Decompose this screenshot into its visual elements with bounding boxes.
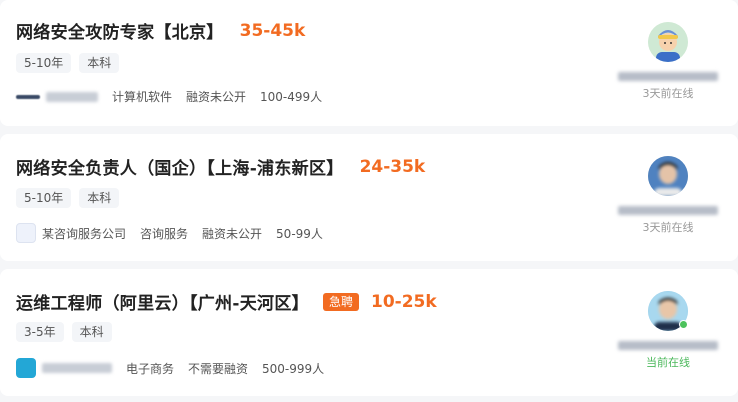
job-title-row: 运维工程师（阿里云）【广州-天河区】 急聘 10-25k bbox=[16, 289, 437, 315]
education-tag: 本科 bbox=[79, 188, 120, 208]
company-industry: 电子商务 bbox=[126, 361, 175, 376]
education-tag: 本科 bbox=[71, 322, 112, 342]
recruiter-name-blurred bbox=[618, 206, 718, 215]
education-tag: 本科 bbox=[79, 53, 120, 73]
cartoon-avatar-icon bbox=[648, 22, 688, 62]
job-card[interactable]: 网络安全负责人（国企）【上海-浦东新区】 24-35k 5-10年 本科 某咨询… bbox=[0, 134, 738, 261]
company-funding: 融资未公开 bbox=[186, 90, 247, 104]
avatar[interactable] bbox=[648, 22, 688, 62]
job-salary: 10-25k bbox=[370, 291, 437, 312]
job-card[interactable]: 运维工程师（阿里云）【广州-天河区】 急聘 10-25k 3-5年 本科 电子商… bbox=[0, 269, 738, 396]
online-indicator-icon bbox=[679, 320, 688, 329]
recruiter-status: 当前在线 bbox=[646, 356, 690, 369]
job-tags: 5-10年 本科 bbox=[16, 188, 120, 208]
company-info[interactable]: 某咨询服务公司 咨询服务 融资未公开 50-99人 bbox=[16, 223, 323, 243]
job-title[interactable]: 网络安全攻防专家【北京】 bbox=[16, 18, 224, 43]
experience-tag: 3-5年 bbox=[16, 322, 64, 342]
company-funding: 不需要融资 bbox=[188, 361, 249, 376]
recruiter-info[interactable]: 3天前在线 bbox=[598, 156, 738, 235]
job-title[interactable]: 网络安全负责人（国企）【上海-浦东新区】 bbox=[16, 154, 344, 179]
job-tags: 5-10年 本科 bbox=[16, 53, 120, 73]
urgent-badge: 急聘 bbox=[322, 292, 359, 311]
company-logo-icon bbox=[16, 94, 40, 99]
recruiter-status: 3天前在线 bbox=[642, 87, 694, 100]
job-salary: 35-45k bbox=[239, 20, 306, 41]
job-title[interactable]: 运维工程师（阿里云）【广州-天河区】 bbox=[16, 289, 309, 314]
job-tags: 3-5年 本科 bbox=[16, 322, 112, 342]
experience-tag: 5-10年 bbox=[16, 53, 72, 73]
company-info[interactable]: 电子商务 不需要融资 500-999人 bbox=[16, 358, 324, 378]
company-industry: 计算机软件 bbox=[112, 90, 173, 104]
company-size: 50-99人 bbox=[276, 226, 323, 241]
job-title-row: 网络安全攻防专家【北京】 35-45k bbox=[16, 18, 306, 44]
company-name: 某咨询服务公司 bbox=[42, 226, 127, 241]
company-size: 500-999人 bbox=[262, 361, 325, 376]
recruiter-info[interactable]: 3天前在线 bbox=[598, 22, 738, 101]
company-name-blurred bbox=[46, 91, 98, 102]
recruiter-info[interactable]: 当前在线 bbox=[598, 291, 738, 370]
company-industry: 咨询服务 bbox=[140, 226, 189, 241]
company-info[interactable]: 计算机软件 融资未公开 100-499人 bbox=[16, 88, 322, 105]
recruiter-name-blurred bbox=[618, 72, 718, 81]
recruiter-name-blurred bbox=[618, 341, 718, 350]
company-funding: 融资未公开 bbox=[202, 226, 263, 241]
avatar[interactable] bbox=[648, 156, 688, 196]
job-title-row: 网络安全负责人（国企）【上海-浦东新区】 24-35k bbox=[16, 154, 426, 180]
recruiter-status: 3天前在线 bbox=[642, 221, 694, 234]
job-salary: 24-35k bbox=[359, 156, 426, 177]
company-name-blurred bbox=[42, 363, 112, 373]
photo-avatar-icon bbox=[648, 156, 688, 196]
avatar-wrapper bbox=[648, 291, 688, 331]
company-size: 100-499人 bbox=[260, 90, 323, 104]
job-card[interactable]: 网络安全攻防专家【北京】 35-45k 5-10年 本科 计算机软件 融资未公开… bbox=[0, 0, 738, 126]
experience-tag: 5-10年 bbox=[16, 188, 72, 208]
company-logo-icon bbox=[16, 223, 36, 243]
company-logo-icon bbox=[16, 358, 36, 378]
